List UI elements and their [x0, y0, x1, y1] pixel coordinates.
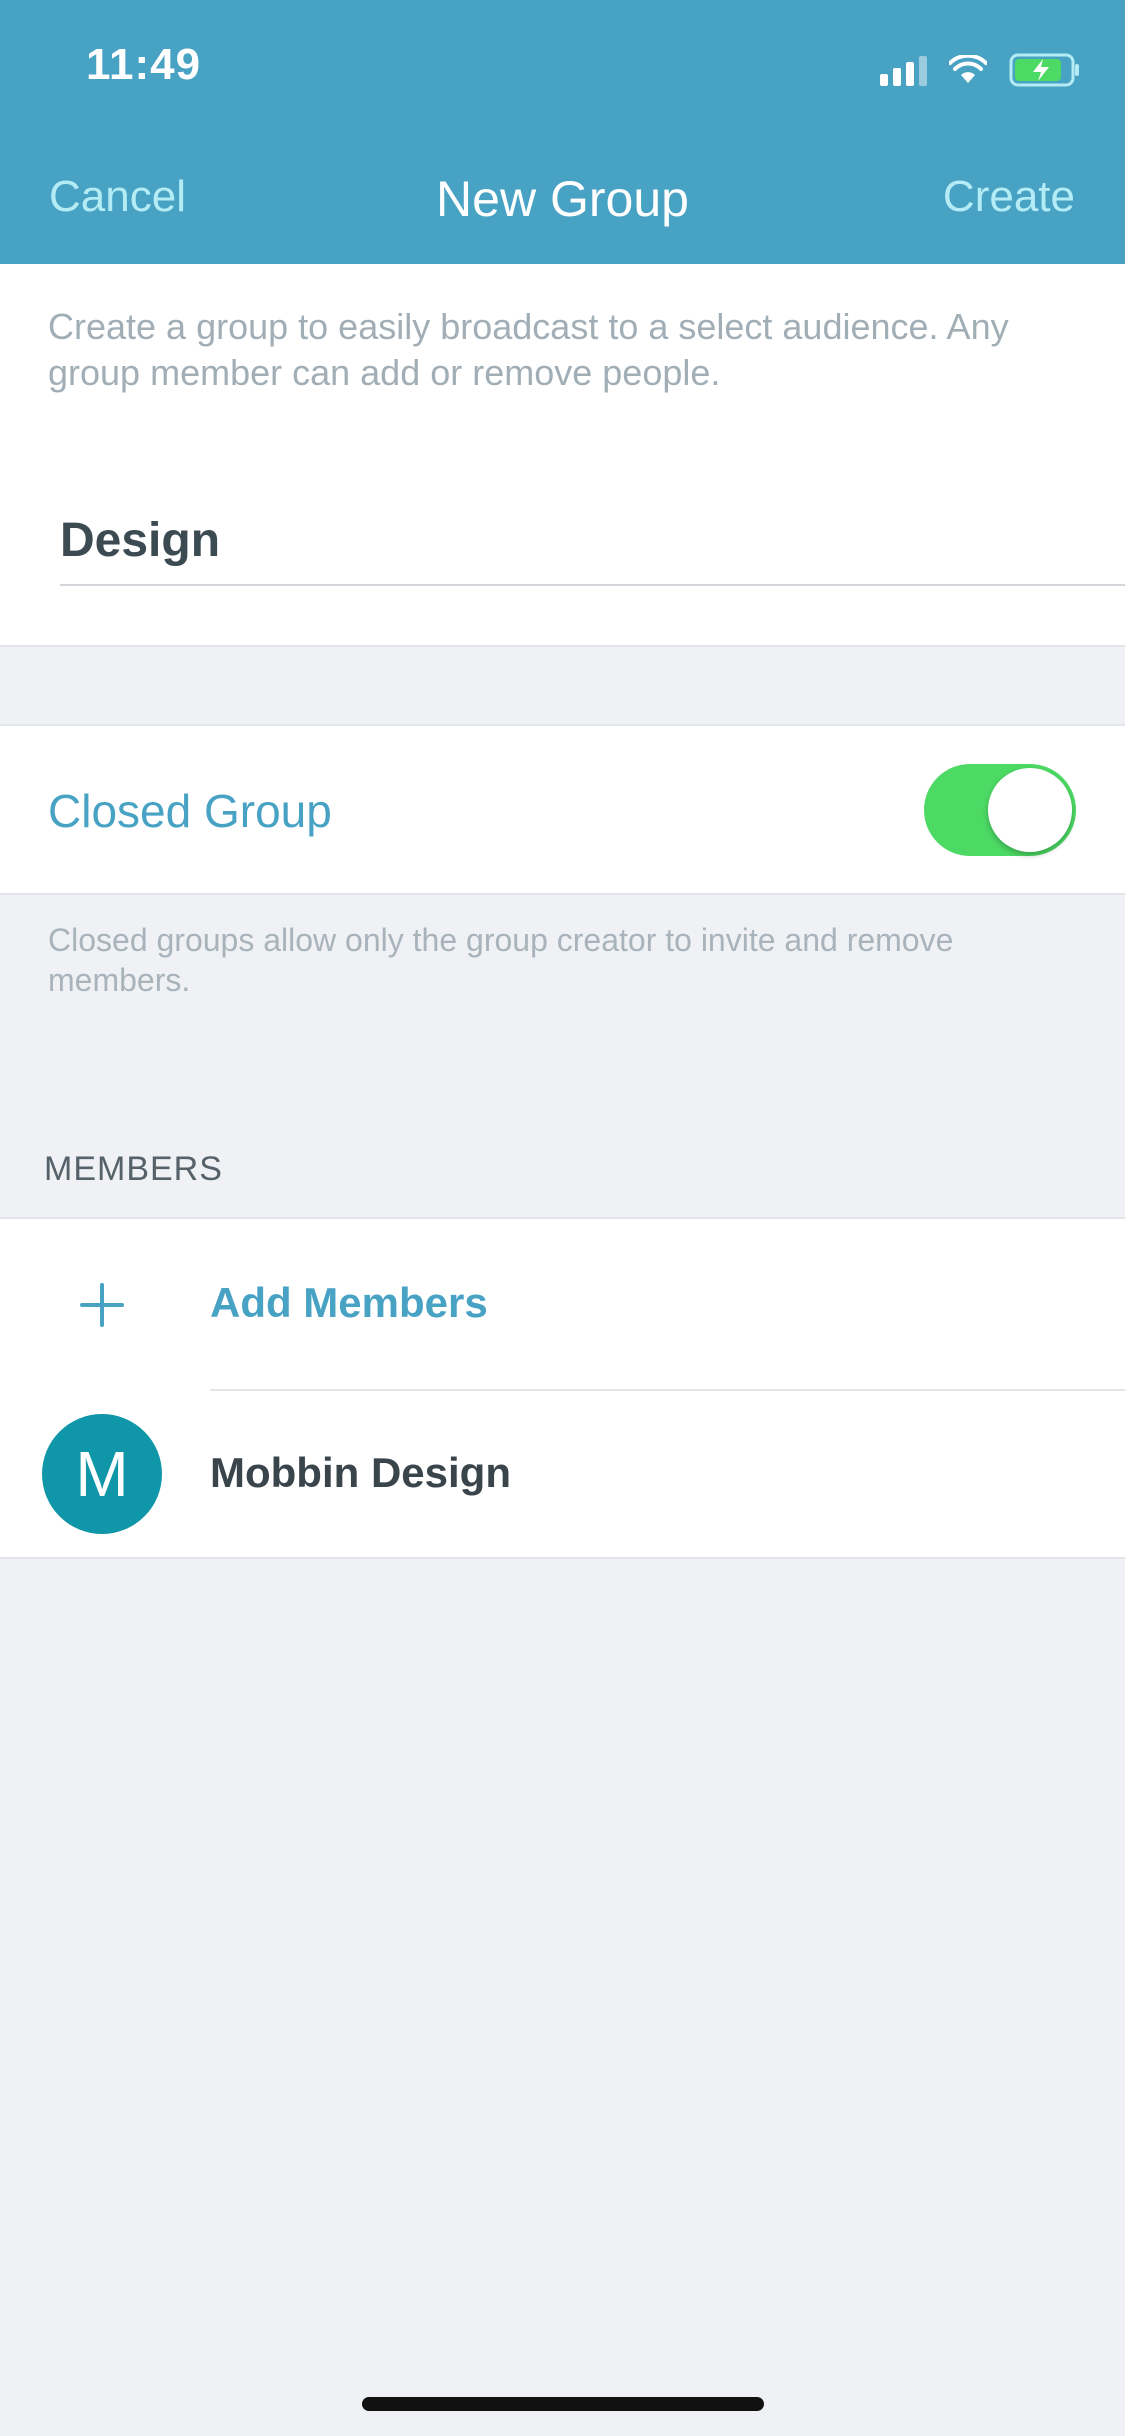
create-button[interactable]: Create	[943, 172, 1075, 222]
navigation-header: 11:49 Cancel New Group Create	[0, 0, 1125, 264]
closed-group-toggle[interactable]	[924, 764, 1076, 856]
plus-icon	[80, 1283, 124, 1327]
add-members-button[interactable]: Add Members	[0, 1219, 1125, 1389]
member-name: Mobbin Design	[210, 1449, 511, 1496]
list-item[interactable]: M Mobbin Design	[0, 1391, 1125, 1561]
home-indicator	[362, 2397, 764, 2411]
group-info-section: Create a group to easily broadcast to a …	[0, 264, 1125, 647]
battery-charging-icon	[1009, 53, 1079, 87]
wifi-icon	[949, 55, 987, 83]
avatar: M	[42, 1414, 162, 1534]
signal-icon	[880, 54, 927, 86]
closed-group-row: Closed Group	[0, 724, 1125, 895]
group-name-underline	[60, 584, 1125, 586]
add-members-label: Add Members	[210, 1279, 488, 1326]
group-name-input[interactable]	[60, 504, 1125, 576]
closed-group-note: Closed groups allow only the group creat…	[48, 922, 954, 998]
members-section-header: MEMBERS	[44, 1150, 223, 1188]
toggle-knob	[988, 768, 1072, 852]
members-list: Add Members M Mobbin Design	[0, 1217, 1125, 1559]
intro-description: Create a group to easily broadcast to a …	[48, 306, 1009, 393]
status-icons	[880, 50, 1081, 90]
closed-group-label: Closed Group	[48, 785, 332, 837]
status-time: 11:49	[86, 40, 202, 89]
new-group-screen: 11:49 Cancel New Group Create Create a g…	[0, 0, 1125, 2436]
